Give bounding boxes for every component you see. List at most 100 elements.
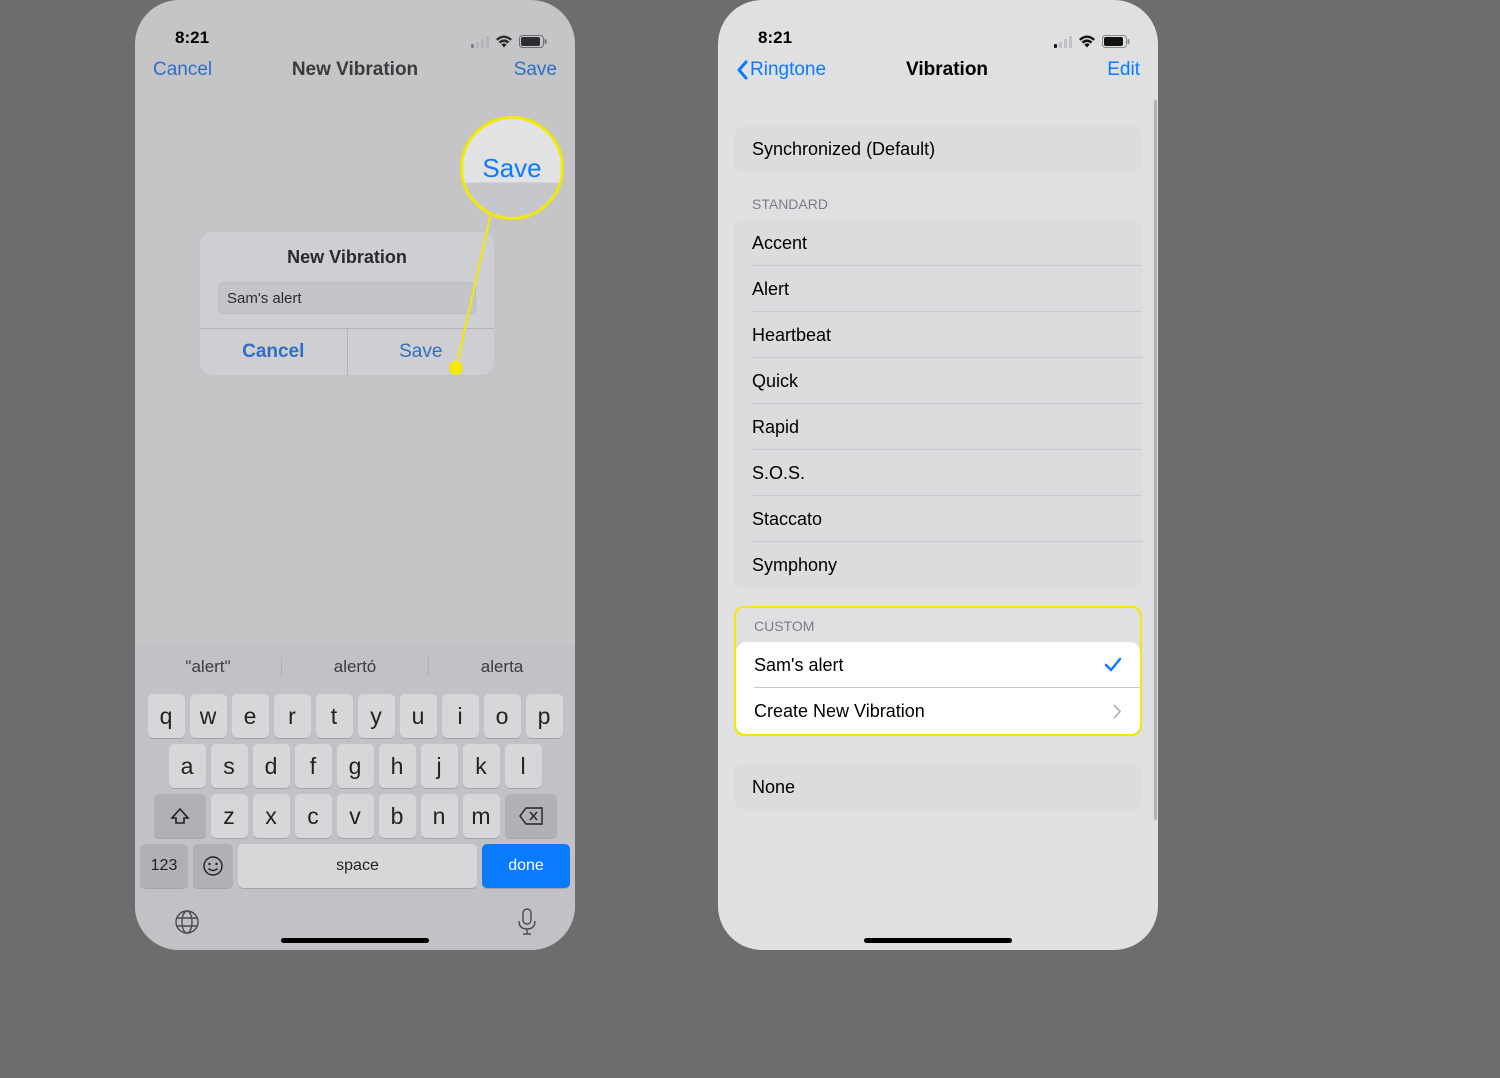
status-bar: 8:21	[718, 0, 1158, 48]
key-row-2: a s d f g h j k l	[135, 738, 575, 788]
status-time: 8:21	[758, 28, 792, 48]
row-label: Sam's alert	[754, 655, 843, 676]
shift-key[interactable]	[154, 794, 206, 838]
key-i[interactable]: i	[442, 694, 479, 738]
done-key[interactable]: done	[482, 844, 570, 888]
chevron-right-icon	[1113, 704, 1122, 719]
row-label: Rapid	[752, 417, 799, 438]
key-k[interactable]: k	[463, 744, 500, 788]
key-f[interactable]: f	[295, 744, 332, 788]
none-row[interactable]: None	[734, 764, 1142, 810]
phone-right: 8:21 Ringtone Vibration Edit	[718, 0, 1158, 950]
phone-left: 8:21 Cancel New Vibration Save New Vibra…	[135, 0, 575, 950]
standard-row-sos[interactable]: S.O.S.	[734, 450, 1142, 496]
key-q[interactable]: q	[148, 694, 185, 738]
key-row-1: q w e r t y u i o p	[135, 688, 575, 738]
wifi-icon	[1078, 35, 1096, 48]
callout-magnifier: Save	[460, 116, 564, 220]
custom-highlight: CUSTOM Sam's alert Create New Vibration	[734, 606, 1142, 736]
keyboard-suggestions: "alert" alertó alerta	[135, 646, 575, 688]
none-section: None	[734, 764, 1142, 810]
standard-header: STANDARD	[734, 172, 1142, 220]
row-label: Accent	[752, 233, 807, 254]
standard-row-rapid[interactable]: Rapid	[734, 404, 1142, 450]
key-t[interactable]: t	[316, 694, 353, 738]
new-vibration-dialog: New Vibration Sam's alert Cancel Save	[200, 232, 494, 375]
nav-save-button[interactable]: Save	[485, 59, 557, 81]
key-b[interactable]: b	[379, 794, 416, 838]
space-key[interactable]: space	[238, 844, 477, 888]
row-label: Symphony	[752, 555, 837, 576]
row-label: None	[752, 777, 795, 798]
nav-title: New Vibration	[225, 59, 485, 81]
standard-row-staccato[interactable]: Staccato	[734, 496, 1142, 542]
emoji-icon	[202, 855, 224, 877]
dialog-cancel-button[interactable]: Cancel	[200, 329, 348, 375]
key-n[interactable]: n	[421, 794, 458, 838]
vibration-list[interactable]: Synchronized (Default) STANDARD Accent A…	[718, 92, 1158, 950]
cellular-icon	[1054, 36, 1072, 48]
dialog-save-button[interactable]: Save	[348, 329, 495, 375]
key-u[interactable]: u	[400, 694, 437, 738]
key-h[interactable]: h	[379, 744, 416, 788]
key-o[interactable]: o	[484, 694, 521, 738]
suggestion-item[interactable]: alertó	[282, 657, 429, 677]
chevron-left-icon	[736, 60, 748, 80]
nav-back-label: Ringtone	[750, 59, 826, 81]
shift-icon	[170, 806, 190, 826]
home-indicator[interactable]	[281, 938, 429, 943]
key-a[interactable]: a	[169, 744, 206, 788]
standard-row-alert[interactable]: Alert	[734, 266, 1142, 312]
mic-icon[interactable]	[517, 908, 537, 936]
key-z[interactable]: z	[211, 794, 248, 838]
key-e[interactable]: e	[232, 694, 269, 738]
key-g[interactable]: g	[337, 744, 374, 788]
custom-row-create-new[interactable]: Create New Vibration	[736, 688, 1140, 734]
vibration-name-input[interactable]: Sam's alert	[218, 282, 476, 314]
cellular-icon	[471, 36, 489, 48]
row-label: Create New Vibration	[754, 701, 925, 722]
key-v[interactable]: v	[337, 794, 374, 838]
key-r[interactable]: r	[274, 694, 311, 738]
key-d[interactable]: d	[253, 744, 290, 788]
nav-title: Vibration	[826, 59, 1068, 81]
synced-row[interactable]: Synchronized (Default)	[734, 126, 1142, 172]
emoji-key[interactable]	[193, 844, 233, 888]
key-y[interactable]: y	[358, 694, 395, 738]
row-label: Synchronized (Default)	[752, 139, 935, 160]
checkmark-icon	[1104, 657, 1122, 673]
standard-row-accent[interactable]: Accent	[734, 220, 1142, 266]
key-m[interactable]: m	[463, 794, 500, 838]
key-c[interactable]: c	[295, 794, 332, 838]
wifi-icon	[495, 35, 513, 48]
nav-edit-button[interactable]: Edit	[1068, 59, 1140, 81]
dialog-title: New Vibration	[200, 232, 494, 278]
key-l[interactable]: l	[505, 744, 542, 788]
standard-row-quick[interactable]: Quick	[734, 358, 1142, 404]
suggestion-item[interactable]: "alert"	[135, 657, 282, 677]
key-w[interactable]: w	[190, 694, 227, 738]
suggestion-item[interactable]: alerta	[429, 657, 575, 677]
status-icons	[1054, 35, 1130, 48]
nav-cancel-button[interactable]: Cancel	[153, 59, 225, 81]
backspace-icon	[519, 807, 543, 825]
numbers-key[interactable]: 123	[140, 844, 188, 888]
nav-back-button[interactable]: Ringtone	[736, 59, 826, 81]
custom-row-sams-alert[interactable]: Sam's alert	[736, 642, 1140, 688]
key-x[interactable]: x	[253, 794, 290, 838]
key-s[interactable]: s	[211, 744, 248, 788]
backspace-key[interactable]	[505, 794, 557, 838]
key-p[interactable]: p	[526, 694, 563, 738]
status-icons	[471, 35, 547, 48]
standard-row-heartbeat[interactable]: Heartbeat	[734, 312, 1142, 358]
home-indicator[interactable]	[864, 938, 1012, 943]
row-label: Staccato	[752, 509, 822, 530]
magnifier-save-label: Save	[463, 119, 561, 217]
row-label: Alert	[752, 279, 789, 300]
scrollbar[interactable]	[1154, 100, 1157, 820]
battery-icon	[1102, 35, 1130, 48]
globe-icon[interactable]	[173, 908, 201, 936]
key-j[interactable]: j	[421, 744, 458, 788]
key-row-3: z x c v b n m	[135, 788, 575, 838]
standard-row-symphony[interactable]: Symphony	[734, 542, 1142, 588]
